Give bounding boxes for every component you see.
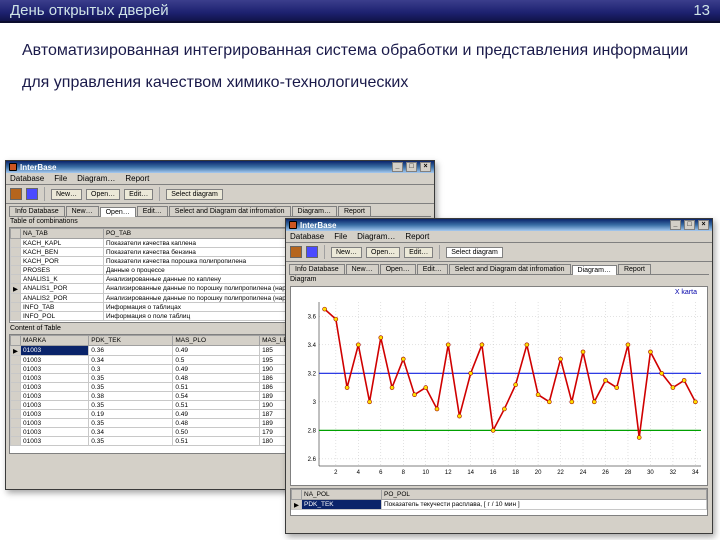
svg-text:16: 16 xyxy=(490,470,497,476)
label-diagram: Diagram xyxy=(286,275,712,284)
select-diagram-button[interactable]: Select diagram xyxy=(166,189,223,200)
tabstrip: Info DatabaseNew…Open…Edit…Select and Di… xyxy=(289,264,709,275)
col-header[interactable]: MAS_PLO xyxy=(173,336,260,346)
tab-info-database[interactable]: Info Database xyxy=(9,206,65,216)
titlebar[interactable]: InterBase _ □ × xyxy=(286,219,712,231)
tab-report[interactable]: Report xyxy=(618,264,651,274)
menu-file[interactable]: File xyxy=(334,232,347,241)
menu-diagram[interactable]: Diagram… xyxy=(357,232,395,241)
open-button[interactable]: Open… xyxy=(366,247,400,258)
grid-field-info[interactable]: NA_POLPO_POL▶PDK_TEKПоказатель текучести… xyxy=(290,488,708,516)
toolbar-sep xyxy=(324,245,325,259)
window-title: InterBase xyxy=(300,221,336,230)
svg-text:20: 20 xyxy=(535,470,542,476)
tab-select-and-diagram-dat-infromation[interactable]: Select and Diagram dat infromation xyxy=(449,264,571,274)
menu-database[interactable]: Database xyxy=(10,174,44,183)
svg-text:3.2: 3.2 xyxy=(308,371,317,377)
tab-info-database[interactable]: Info Database xyxy=(289,264,345,274)
menubar: Database File Diagram… Report xyxy=(6,173,434,185)
toolbar: New… Open… Edit… Select diagram xyxy=(6,185,434,204)
menu-database[interactable]: Database xyxy=(290,232,324,241)
slide-header-left: День открытых дверей xyxy=(10,2,169,19)
close-button[interactable]: × xyxy=(698,220,709,230)
tab-new-[interactable]: New… xyxy=(66,206,99,216)
new-button[interactable]: New… xyxy=(51,189,82,200)
svg-text:30: 30 xyxy=(647,470,654,476)
svg-text:3.4: 3.4 xyxy=(308,343,317,349)
menu-report[interactable]: Report xyxy=(405,232,429,241)
svg-text:28: 28 xyxy=(625,470,632,476)
tab-diagram-[interactable]: Diagram… xyxy=(292,206,337,216)
tab-report[interactable]: Report xyxy=(338,206,371,216)
table-row[interactable]: ▶PDK_TEKПоказатель текучести расплава, [… xyxy=(292,500,707,510)
col-header[interactable]: NA_POL xyxy=(302,490,382,500)
svg-text:3: 3 xyxy=(313,400,317,406)
col-header[interactable]: NA_TAB xyxy=(21,229,104,239)
tab-edit-[interactable]: Edit… xyxy=(137,206,168,216)
svg-text:18: 18 xyxy=(512,470,519,476)
col-header[interactable]: PDK_TEK xyxy=(89,336,173,346)
table-icon[interactable] xyxy=(306,246,318,258)
svg-text:24: 24 xyxy=(580,470,587,476)
menu-diagram[interactable]: Diagram… xyxy=(77,174,115,183)
tab-select-and-diagram-dat-infromation[interactable]: Select and Diagram dat infromation xyxy=(169,206,291,216)
svg-text:10: 10 xyxy=(422,470,429,476)
chart-title: X karta xyxy=(291,287,707,298)
db-icon[interactable] xyxy=(290,246,302,258)
minimize-button[interactable]: _ xyxy=(670,220,681,230)
col-header[interactable]: PO_POL xyxy=(381,490,706,500)
chart-svg: 2.62.833.23.43.6246810121416182022242628… xyxy=(291,298,711,482)
svg-text:6: 6 xyxy=(379,470,383,476)
maximize-button[interactable]: □ xyxy=(684,220,695,230)
svg-text:2: 2 xyxy=(334,470,338,476)
tab-diagram-[interactable]: Diagram… xyxy=(572,265,617,275)
select-diagram-button[interactable]: Select diagram xyxy=(446,247,503,258)
tab-new-[interactable]: New… xyxy=(346,264,379,274)
new-button[interactable]: New… xyxy=(331,247,362,258)
menu-file[interactable]: File xyxy=(54,174,67,183)
minimize-button[interactable]: _ xyxy=(392,162,403,172)
svg-text:12: 12 xyxy=(445,470,452,476)
slide-header: День открытых дверей 13 xyxy=(0,0,720,23)
chart-area: X karta 2.62.833.23.43.62468101214161820… xyxy=(290,286,708,486)
toolbar-sep xyxy=(159,187,160,201)
maximize-button[interactable]: □ xyxy=(406,162,417,172)
col-header[interactable]: MARKA xyxy=(21,336,89,346)
app-icon xyxy=(9,163,17,171)
toolbar-sep xyxy=(44,187,45,201)
app-icon xyxy=(289,221,297,229)
svg-text:4: 4 xyxy=(357,470,361,476)
svg-text:32: 32 xyxy=(670,470,677,476)
tabstrip: Info DatabaseNew…Open…Edit…Select and Di… xyxy=(9,206,431,217)
db-icon[interactable] xyxy=(10,188,22,200)
svg-text:26: 26 xyxy=(602,470,609,476)
table-icon[interactable] xyxy=(26,188,38,200)
slide-number: 13 xyxy=(693,2,710,19)
tab-open-[interactable]: Open… xyxy=(100,207,136,217)
close-button[interactable]: × xyxy=(420,162,431,172)
menubar: Database File Diagram… Report xyxy=(286,231,712,243)
svg-text:8: 8 xyxy=(402,470,406,476)
toolbar-sep xyxy=(439,245,440,259)
window-interbase-diagram: InterBase _ □ × Database File Diagram… R… xyxy=(285,218,713,534)
svg-text:3.6: 3.6 xyxy=(308,314,317,320)
svg-text:34: 34 xyxy=(692,470,699,476)
toolbar: New… Open… Edit… Select diagram xyxy=(286,243,712,262)
svg-text:2.6: 2.6 xyxy=(308,457,317,463)
svg-text:2.8: 2.8 xyxy=(308,428,317,434)
edit-button[interactable]: Edit… xyxy=(124,189,153,200)
svg-text:22: 22 xyxy=(557,470,564,476)
menu-report[interactable]: Report xyxy=(125,174,149,183)
edit-button[interactable]: Edit… xyxy=(404,247,433,258)
svg-text:14: 14 xyxy=(467,470,474,476)
tab-open-[interactable]: Open… xyxy=(380,264,416,274)
titlebar[interactable]: InterBase _ □ × xyxy=(6,161,434,173)
open-button[interactable]: Open… xyxy=(86,189,120,200)
tab-edit-[interactable]: Edit… xyxy=(417,264,448,274)
slide-body-text: Автоматизированная интегрированная систе… xyxy=(0,23,720,159)
window-title: InterBase xyxy=(20,163,56,172)
